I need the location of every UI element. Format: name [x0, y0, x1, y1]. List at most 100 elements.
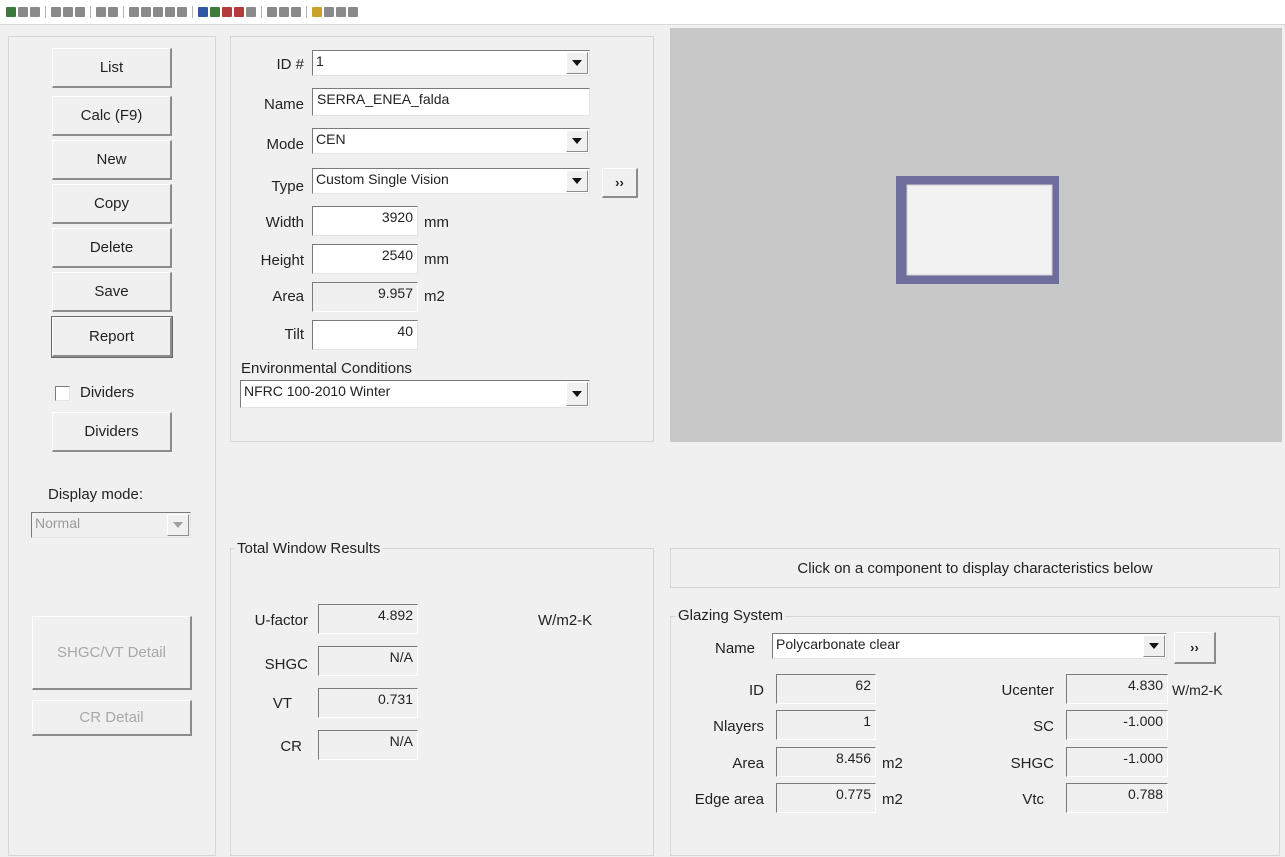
glazing-name-value: Polycarbonate clear [776, 636, 900, 652]
glazing-area[interactable] [906, 184, 1053, 276]
stop-icon[interactable] [222, 7, 232, 17]
detail-icon[interactable] [279, 7, 289, 17]
open-icon[interactable] [6, 7, 16, 17]
calc-icon[interactable] [198, 7, 208, 17]
copy-icon[interactable] [63, 7, 73, 17]
id-value: 1 [316, 53, 324, 69]
component-hint: Click on a component to display characte… [670, 548, 1280, 588]
glazing-shgc-value: -1.000 [1066, 747, 1168, 777]
glazing-name-select[interactable]: Polycarbonate clear [772, 633, 1167, 659]
height-label: Height [260, 252, 304, 269]
lib-icon[interactable] [246, 7, 256, 17]
ucenter-value: 4.830 [1066, 674, 1168, 704]
pointer-icon[interactable] [324, 7, 334, 17]
chevron-down-icon [167, 514, 189, 536]
window-drawing[interactable] [670, 28, 1282, 442]
report-icon[interactable] [267, 7, 277, 17]
name-field[interactable]: SERRA_ENEA_falda [312, 88, 590, 116]
dividers-checkbox[interactable] [55, 386, 70, 401]
glazing-name-label: Name [714, 640, 755, 657]
end-icon[interactable] [177, 7, 187, 17]
cut-icon[interactable] [51, 7, 61, 17]
shgc-vt-detail-button[interactable]: SHGC/VT Detail [32, 616, 192, 690]
list-icon[interactable] [291, 7, 301, 17]
cr-value: N/A [318, 730, 418, 760]
info-icon[interactable] [348, 7, 358, 17]
name-label: Name [263, 96, 304, 113]
ucenter-label: Ucenter [1001, 682, 1054, 699]
cr-detail-button[interactable]: CR Detail [32, 700, 192, 736]
ufactor-label: U-factor [254, 612, 308, 629]
nlayers-label: Nlayers [713, 718, 764, 735]
glazing-id-label: ID [749, 682, 764, 699]
first-record-icon[interactable] [129, 7, 139, 17]
calc-button[interactable]: Calc (F9) [52, 96, 172, 136]
area-value: 9.957 [312, 282, 418, 312]
type-value: Custom Single Vision [316, 171, 449, 187]
edge-area-label: Edge area [694, 791, 764, 808]
width-unit: mm [424, 214, 449, 231]
type-label: Type [271, 178, 304, 195]
type-more-button[interactable]: ›› [602, 168, 638, 198]
mode-label: Mode [266, 136, 304, 153]
area-unit: m2 [424, 288, 445, 305]
mode-value: CEN [316, 131, 346, 147]
record-icon[interactable] [234, 7, 244, 17]
last-record-icon[interactable] [165, 7, 175, 17]
prev-record-icon[interactable] [141, 7, 151, 17]
filter-icon[interactable] [336, 7, 346, 17]
width-label: Width [265, 214, 304, 231]
paste-icon[interactable] [75, 7, 85, 17]
grid-icon[interactable] [96, 7, 106, 17]
window-preview[interactable] [670, 28, 1282, 442]
ufactor-unit: W/m2-K [538, 612, 593, 629]
shgc-value: N/A [318, 646, 418, 676]
report-button[interactable]: Report [51, 316, 173, 358]
env-conditions-value: NFRC 100-2010 Winter [244, 383, 391, 399]
print-icon[interactable] [30, 7, 40, 17]
dividers-button[interactable]: Dividers [52, 412, 172, 452]
type-select[interactable]: Custom Single Vision [312, 168, 590, 194]
glazing-area-value: 8.456 [776, 747, 876, 777]
height-unit: mm [424, 251, 449, 268]
save-icon[interactable] [18, 7, 28, 17]
glazing-area-unit: m2 [882, 755, 903, 772]
glazing-more-button[interactable]: ›› [1174, 632, 1216, 664]
display-mode-select[interactable]: Normal [31, 512, 191, 538]
sc-value: -1.000 [1066, 710, 1168, 740]
id-select[interactable]: 1 [312, 50, 590, 76]
glazing-id-value: 62 [776, 674, 876, 704]
env-conditions-select[interactable]: NFRC 100-2010 Winter [240, 380, 590, 408]
width-field[interactable]: 3920 [312, 206, 418, 236]
ucenter-unit: W/m2-K [1172, 682, 1223, 698]
chevron-down-icon [566, 170, 588, 192]
nlayers-value: 1 [776, 710, 876, 740]
delete-button[interactable]: Delete [52, 228, 172, 268]
id-label: ID # [276, 56, 304, 73]
glazing-area-label: Area [732, 755, 764, 772]
sc-label: SC [1033, 718, 1054, 735]
mode-select[interactable]: CEN [312, 128, 590, 154]
vt-value: 0.731 [318, 688, 418, 718]
height-field[interactable]: 2540 [312, 244, 418, 274]
glazing-title: Glazing System [676, 607, 786, 624]
dividers-checkbox-label: Dividers [80, 384, 135, 401]
vt-label: VT [272, 695, 292, 712]
results-title: Total Window Results [235, 540, 383, 557]
list-button[interactable]: List [52, 48, 172, 88]
vtc-value: 0.788 [1066, 783, 1168, 813]
tilt-field[interactable]: 40 [312, 320, 418, 350]
copy-button[interactable]: Copy [52, 184, 172, 224]
help-icon[interactable] [312, 7, 322, 17]
tilt-label: Tilt [284, 326, 304, 343]
cr-label: CR [280, 738, 302, 755]
window-icon[interactable] [210, 7, 220, 17]
ufactor-value: 4.892 [318, 604, 418, 634]
new-button[interactable]: New [52, 140, 172, 180]
table-icon[interactable] [108, 7, 118, 17]
glazing-shgc-label: SHGC [1010, 755, 1054, 772]
save-button[interactable]: Save [52, 272, 172, 312]
results-panel [230, 548, 654, 856]
vtc-label: Vtc [1022, 791, 1044, 808]
next-record-icon[interactable] [153, 7, 163, 17]
